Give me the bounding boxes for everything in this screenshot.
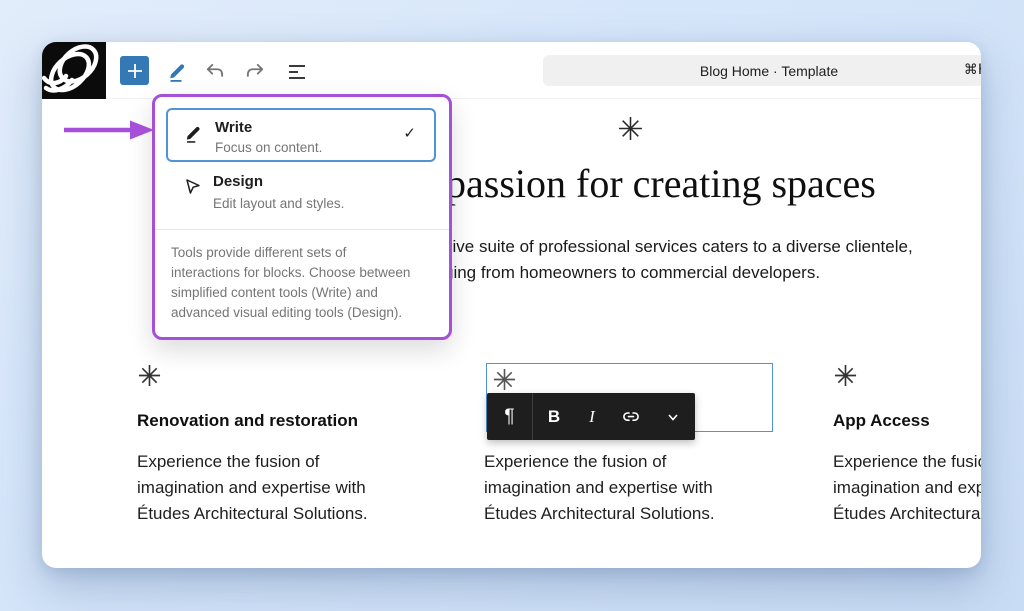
italic-icon: I — [589, 407, 595, 427]
dropdown-divider — [155, 229, 449, 230]
column1-body[interactable]: Experience the fusion of imagination and… — [137, 449, 407, 527]
column3-body-line3: Études Architectural Solutions. — [833, 501, 981, 527]
column3-body-line1: Experience the fusion of — [833, 449, 981, 475]
cursor-icon — [183, 177, 203, 197]
help-line2: interactions for blocks. Choose between — [171, 263, 437, 283]
column3-body-line2: imagination and expertise with — [833, 475, 981, 501]
tools-dropdown: Write Focus on content. ✓ Design Edit la… — [152, 94, 452, 340]
command-shortcut: ⌘K — [964, 62, 981, 78]
asterisk-icon — [618, 116, 643, 141]
help-line4: advanced visual editing tools (Design). — [171, 303, 437, 323]
paragraph-block-button[interactable]: ¶ — [487, 393, 533, 440]
pencil-icon — [166, 60, 188, 82]
document-title: Blog Home · Template — [700, 63, 838, 79]
dropdown-item-write[interactable]: Write Focus on content. ✓ — [166, 108, 436, 162]
arrow-right-annotation — [62, 118, 158, 142]
bold-icon: B — [548, 407, 560, 427]
tools-button[interactable] — [164, 58, 190, 84]
list-view-button[interactable] — [285, 60, 309, 84]
write-description: Focus on content. — [215, 140, 322, 155]
column2-body-line3: Études Architectural Solutions. — [484, 501, 754, 527]
hero-paragraph-line1: sive suite of professional services cate… — [444, 234, 913, 260]
document-bar[interactable]: Blog Home · Template ⌘K — [543, 55, 981, 86]
toolbar-more-button[interactable] — [653, 393, 693, 440]
column3-heading[interactable]: App Access — [833, 411, 930, 431]
redo-button[interactable] — [243, 60, 267, 84]
column3-asterisk-decoration — [834, 364, 857, 387]
asterisk-icon — [493, 368, 516, 391]
column2-body[interactable]: Experience the fusion of imagination and… — [484, 449, 754, 527]
pencil-icon — [183, 123, 203, 143]
redo-icon — [244, 61, 266, 83]
write-label: Write — [215, 119, 252, 136]
check-icon: ✓ — [403, 124, 416, 142]
hero-asterisk-decoration — [618, 116, 643, 141]
column1-body-line3: Études Architectural Solutions. — [137, 501, 407, 527]
design-description: Edit layout and styles. — [213, 196, 344, 211]
list-view-icon — [286, 61, 308, 83]
design-label: Design — [213, 173, 263, 190]
hero-paragraph[interactable]: sive suite of professional services cate… — [444, 234, 913, 286]
column2-body-line1: Experience the fusion of — [484, 449, 754, 475]
column1-body-line1: Experience the fusion of — [137, 449, 407, 475]
column2-asterisk-decoration — [493, 368, 516, 391]
help-line1: Tools provide different sets of — [171, 243, 437, 263]
help-line3: simplified content tools (Write) and — [171, 283, 437, 303]
page-background: Blog Home · Template ⌘K passion for crea… — [0, 0, 1024, 611]
italic-button[interactable]: I — [575, 393, 609, 440]
editor-window: Blog Home · Template ⌘K passion for crea… — [42, 42, 981, 568]
column1-body-line2: imagination and expertise with — [137, 475, 407, 501]
column1-asterisk-decoration — [138, 364, 161, 387]
link-button[interactable] — [609, 393, 653, 440]
undo-icon — [204, 61, 226, 83]
paragraph-icon: ¶ — [504, 406, 514, 428]
link-icon — [620, 406, 642, 428]
hero-paragraph-line2: ging from homeowners to commercial devel… — [444, 260, 913, 286]
asterisk-icon — [834, 364, 857, 387]
column3-body[interactable]: Experience the fusion of imagination and… — [833, 449, 981, 527]
bold-button[interactable]: B — [533, 393, 575, 440]
plus-icon — [126, 62, 144, 80]
column2-body-line2: imagination and expertise with — [484, 475, 754, 501]
dropdown-help-text: Tools provide different sets of interact… — [171, 243, 437, 323]
site-logo[interactable] — [42, 42, 106, 99]
chevron-down-icon — [666, 410, 680, 424]
hero-heading[interactable]: passion for creating spaces — [446, 160, 876, 207]
block-toolbar: ¶ B I — [487, 393, 695, 440]
column1-heading[interactable]: Renovation and restoration — [137, 411, 358, 431]
annotation-arrow — [62, 118, 158, 142]
asterisk-icon — [138, 364, 161, 387]
undo-button[interactable] — [203, 60, 227, 84]
etudes-logo — [42, 42, 106, 99]
dropdown-item-design[interactable]: Design Edit layout and styles. — [166, 169, 436, 225]
add-block-button[interactable] — [120, 56, 149, 85]
